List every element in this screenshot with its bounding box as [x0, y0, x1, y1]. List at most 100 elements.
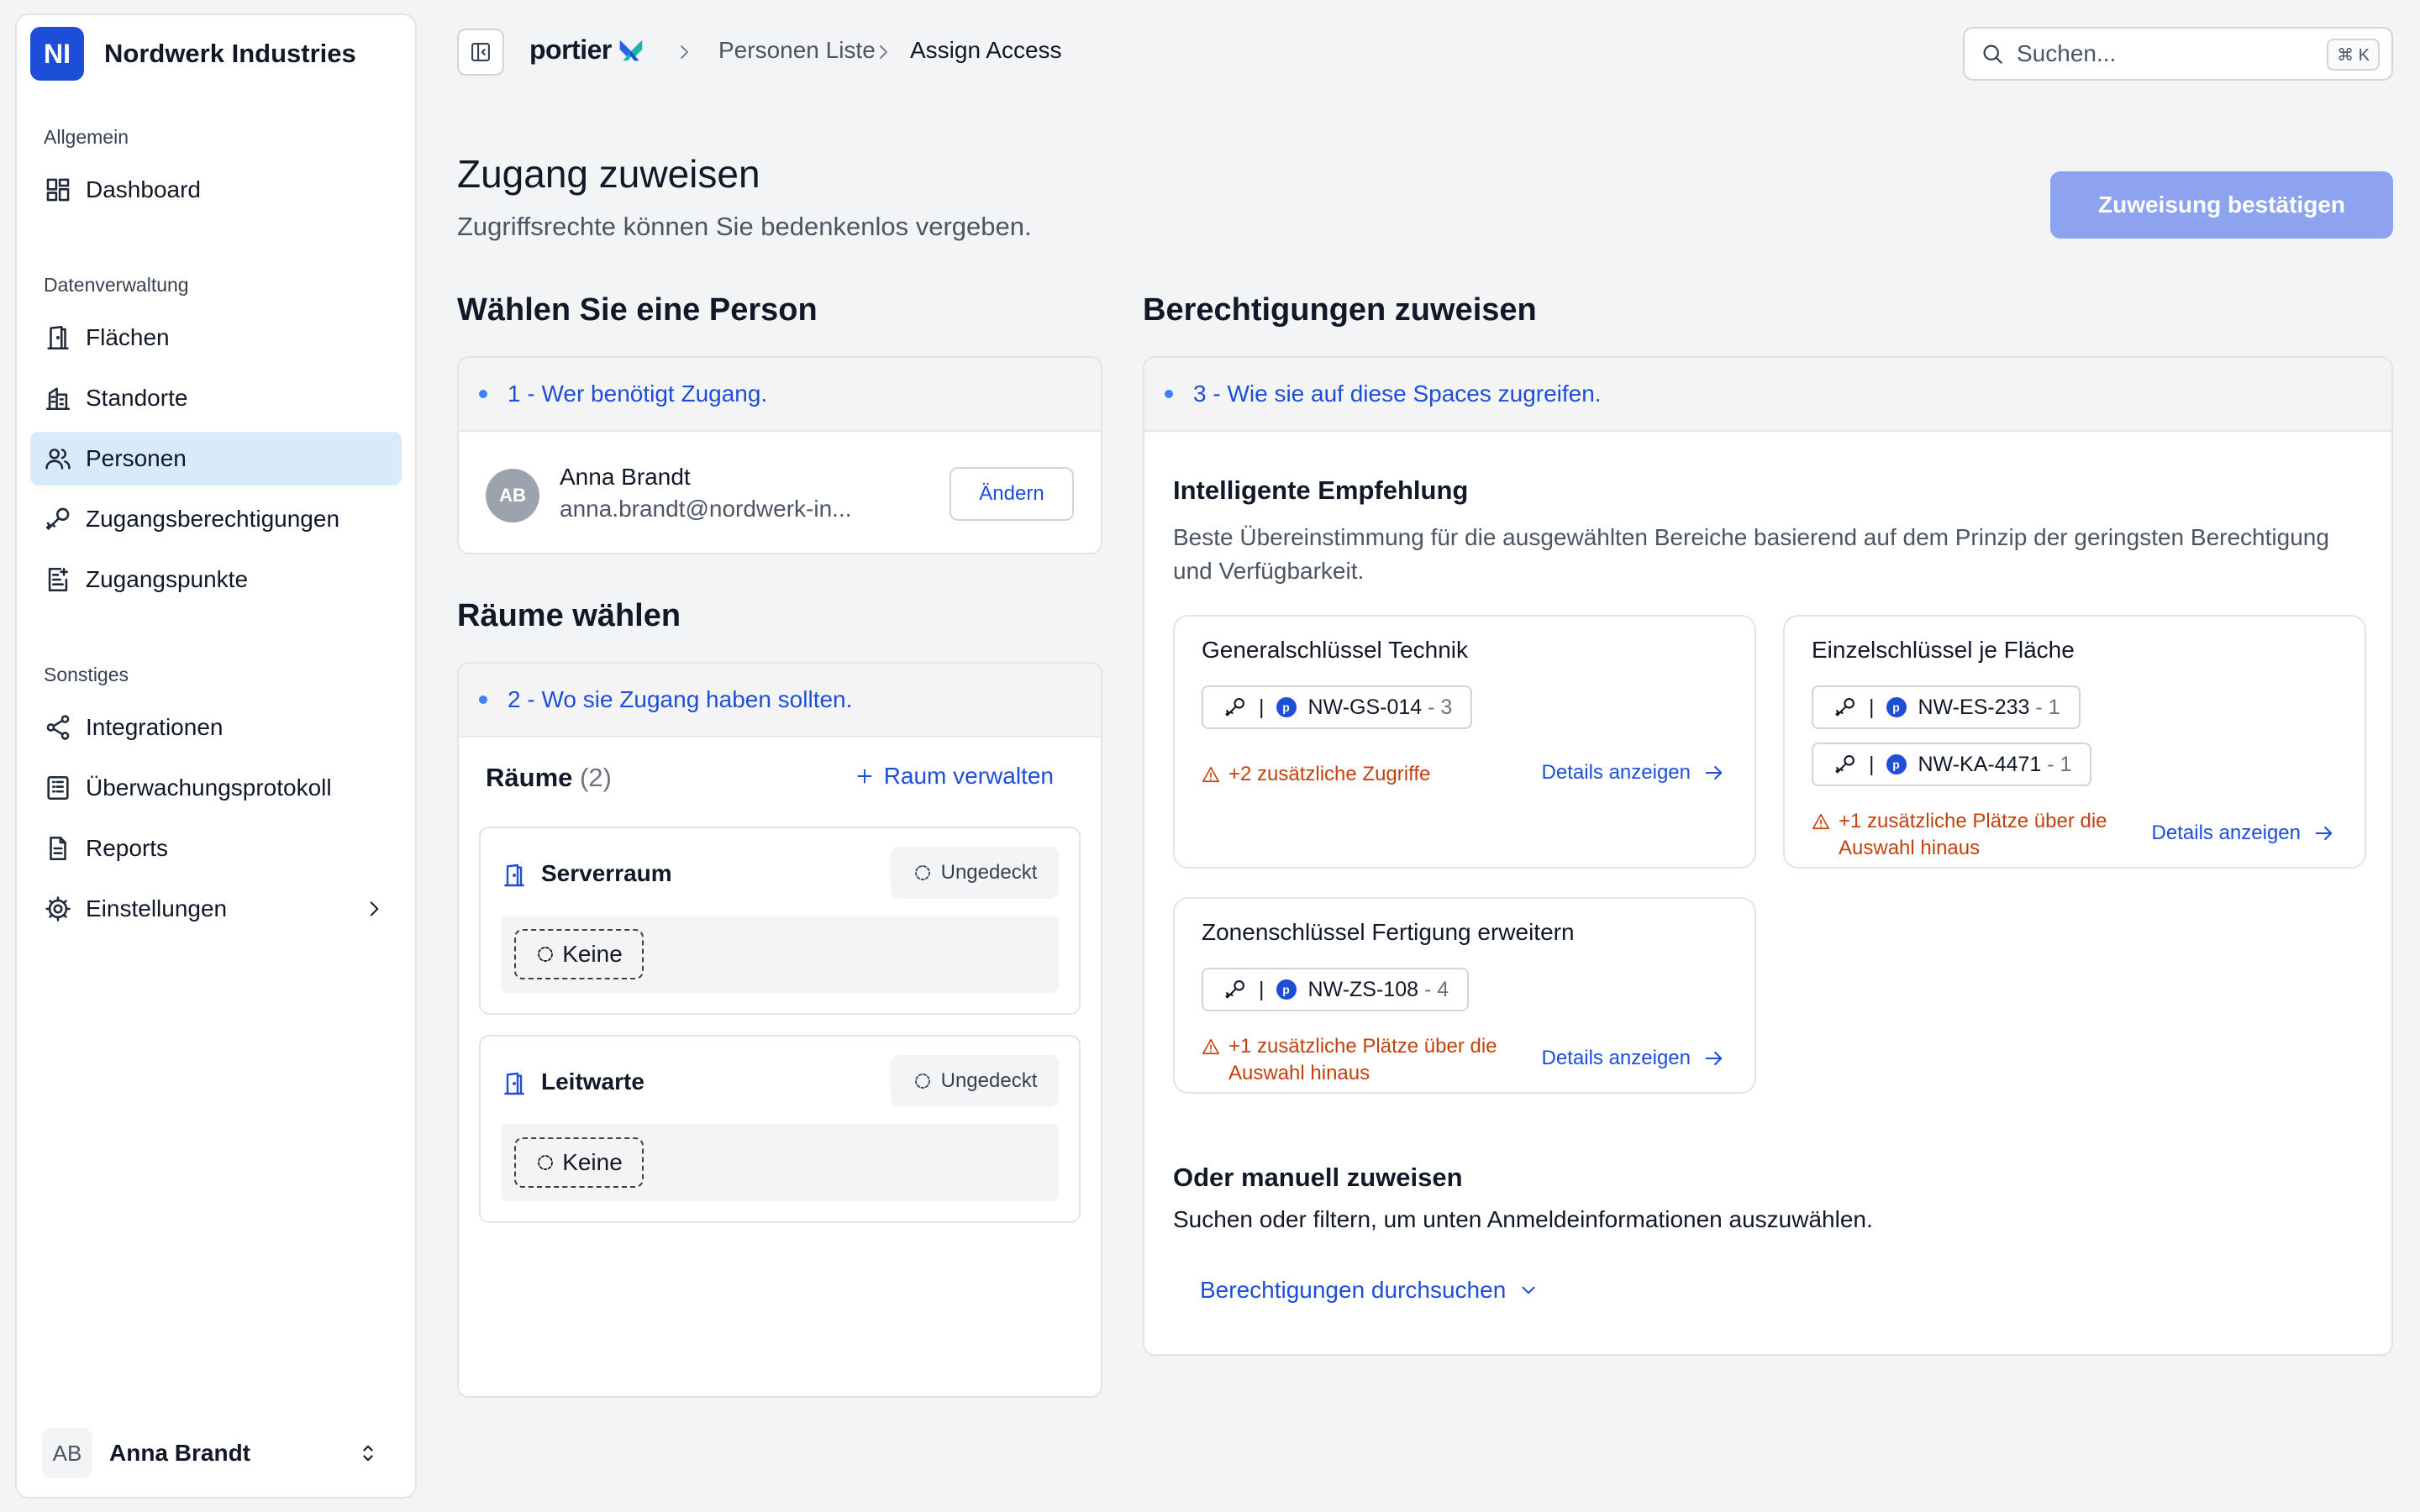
room-card[interactable]: Leitwarte Ungedeckt Keine — [479, 1035, 1081, 1223]
org-switcher[interactable]: NI Nordwerk Industries — [30, 27, 356, 81]
separator: | — [1869, 695, 1875, 719]
sidebar-item-label: Flächen — [86, 324, 170, 350]
sidebar-item-label: Reports — [86, 835, 169, 861]
warning-label: +2 zusätzliche Zugriffe — [1228, 763, 1431, 785]
sidebar-item-personen[interactable]: Personen — [30, 432, 402, 486]
details-link[interactable]: Details anzeigen — [1542, 761, 1726, 785]
no-assignment-label: Keine — [562, 941, 623, 967]
step-label: 2 - Wo sie Zugang haben sollten. — [508, 686, 853, 712]
sidebar-item-standorte[interactable]: Standorte — [30, 371, 402, 425]
separator: | — [1869, 752, 1875, 776]
top-bar: portier Personen Liste Assign Access Suc… — [430, 0, 2420, 108]
status-badge: Ungedeckt — [891, 1055, 1059, 1107]
search-input[interactable]: Suchen... ⌘ K — [1963, 27, 2393, 81]
manual-assign-title: Oder manuell zuweisen — [1173, 1163, 1463, 1192]
breadcrumb-personen-liste[interactable]: Personen Liste — [718, 37, 876, 64]
status-label: Ungedeckt — [940, 861, 1038, 884]
warning-icon — [1812, 813, 1829, 830]
key-icon — [1225, 980, 1244, 999]
portier-logo-icon — [619, 39, 643, 61]
door-icon — [47, 325, 69, 350]
key-chip: | p NW-ZS-108 - 4 — [1202, 968, 1470, 1011]
permissions-section-title: Berechtigungen zuweisen — [1143, 292, 1537, 328]
key-count: - 4 — [1423, 977, 1449, 1001]
manage-rooms-button[interactable]: Raum verwalten — [854, 763, 1054, 790]
key-icon — [1835, 755, 1854, 774]
arrow-right-icon — [1705, 765, 1723, 780]
person-card: 1 - Wer benötigt Zugang. AB Anna Brandt … — [457, 356, 1102, 554]
room-name: Serverraum — [541, 860, 672, 886]
sidebar-toggle-button[interactable] — [457, 29, 504, 76]
key-count: - 1 — [2035, 695, 2060, 719]
sidebar-item-dashboard[interactable]: Dashboard — [30, 163, 402, 217]
sidebar-item-integrationen[interactable]: Integrationen — [30, 701, 402, 754]
recommendation-card[interactable]: Einzelschlüssel je Fläche | p NW-ES-233 … — [1783, 615, 2366, 869]
no-assignment-chip: Keine — [514, 929, 644, 979]
confirm-assignment-button[interactable]: Zuweisung bestätigen — [2050, 171, 2393, 239]
provider-icon: p — [1276, 697, 1297, 717]
org-name: Nordwerk Industries — [104, 39, 356, 68]
sidebar-item-einstellungen[interactable]: Einstellungen — [30, 882, 402, 936]
step-dot — [1165, 390, 1173, 398]
breadcrumb-current: Assign Access — [910, 37, 1062, 63]
browse-permissions-label: Berechtigungen durchsuchen — [1200, 1277, 1507, 1303]
dashed-circle-icon — [914, 1074, 930, 1089]
breadcrumb-separator-icon — [681, 45, 688, 59]
share-icon — [46, 715, 70, 740]
rooms-card: 2 - Wo sie Zugang haben sollten. Räume (… — [457, 662, 1102, 1398]
key-icon — [1225, 698, 1244, 717]
key-code: NW-ZS-108 — [1307, 977, 1419, 1001]
step-header: 2 - Wo sie Zugang haben sollten. — [459, 664, 1101, 738]
step-label: 3 - Wie sie auf diese Spaces zugreifen. — [1193, 381, 1602, 407]
sidebar-item-flaechen[interactable]: Flächen — [30, 311, 402, 365]
sidebar-item-zugangspunkte[interactable]: Zugangspunkte — [30, 553, 402, 606]
room-assignment-area: Keine — [501, 1124, 1059, 1201]
status-label: Ungedeckt — [940, 1069, 1038, 1092]
warning-icon — [1202, 766, 1219, 783]
room-card[interactable]: Serverraum Ungedeckt Keine — [479, 827, 1081, 1015]
browse-permissions-button[interactable]: Berechtigungen durchsuchen — [1200, 1277, 1539, 1304]
permissions-card: 3 - Wie sie auf diese Spaces zugreifen. … — [1143, 356, 2393, 1356]
key-chip: | p NW-KA-4471 - 1 — [1812, 743, 2092, 786]
users-icon — [45, 449, 71, 470]
step-header: 1 - Wer benötigt Zugang. — [459, 358, 1101, 432]
key-chip: | p NW-GS-014 - 3 — [1202, 685, 1473, 729]
change-person-button[interactable]: Ändern — [950, 467, 1074, 521]
person-email: anna.brandt@nordwerk-in... — [560, 496, 852, 522]
dashed-circle-icon — [538, 947, 554, 962]
search-placeholder: Suchen... — [2017, 40, 2117, 66]
warning-icon — [1202, 1038, 1219, 1055]
log-icon — [47, 775, 69, 801]
recommendation-title: Intelligente Empfehlung — [1173, 475, 1469, 505]
no-assignment-label: Keine — [562, 1149, 623, 1175]
details-link[interactable]: Details anzeigen — [2152, 822, 2336, 845]
brand-logo[interactable]: portier — [529, 34, 647, 66]
sidebar-item-ueberwachungsprotokoll[interactable]: Überwachungsprotokoll — [30, 761, 402, 815]
rooms-count: (2) — [580, 763, 612, 792]
chevron-down-icon — [1522, 1286, 1535, 1294]
rooms-label: Räume (2) — [486, 763, 612, 793]
recommendation-card[interactable]: Zonenschlüssel Fertigung erweitern | p N… — [1173, 897, 1756, 1094]
plus-icon — [857, 769, 872, 784]
recommendation-card-title: Zonenschlüssel Fertigung erweitern — [1202, 919, 1575, 945]
sidebar-item-reports[interactable]: Reports — [30, 822, 402, 875]
rooms-label-text: Räume — [486, 763, 573, 792]
details-link[interactable]: Details anzeigen — [1542, 1047, 1726, 1070]
sidebar-item-label: Dashboard — [86, 176, 201, 202]
sidebar-item-zugangsberechtigungen[interactable]: Zugangsberechtigungen — [30, 492, 402, 546]
key-chip: | p NW-ES-233 - 1 — [1812, 685, 2081, 729]
key-count: - 1 — [2047, 752, 2072, 776]
avatar: AB — [486, 469, 539, 522]
recommendation-card[interactable]: Generalschlüssel Technik | p NW-GS-014 -… — [1173, 615, 1756, 869]
nav-section-data: Datenverwaltung — [44, 274, 189, 296]
user-name: Anna Brandt — [109, 1440, 250, 1466]
user-menu[interactable]: AB Anna Brandt — [30, 1423, 402, 1483]
details-label: Details anzeigen — [2151, 822, 2301, 844]
sidebar-item-label: Einstellungen — [86, 895, 228, 921]
warning-text: +2 zusätzliche Zugriffe — [1202, 761, 1430, 788]
key-count: - 3 — [1428, 695, 1453, 719]
rooms-section-title: Räume wählen — [457, 598, 681, 633]
step-dot — [479, 390, 487, 398]
provider-icon: p — [1276, 979, 1297, 1000]
key-code: NW-GS-014 — [1307, 695, 1423, 719]
